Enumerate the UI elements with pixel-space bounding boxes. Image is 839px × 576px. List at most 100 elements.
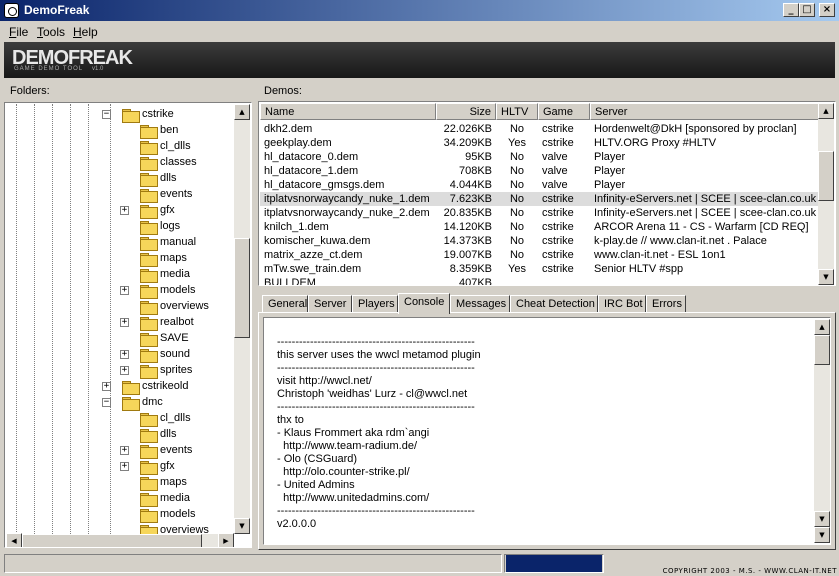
folder-tree-item[interactable]: media: [6, 267, 234, 283]
scroll-up-arrow-icon[interactable]: ▲: [818, 103, 834, 119]
folder-tree-item[interactable]: + sprites: [6, 363, 234, 379]
menu-help-accel: H: [73, 25, 82, 39]
folder-tree-item[interactable]: manual: [6, 235, 234, 251]
expand-icon[interactable]: +: [120, 286, 129, 295]
column-header-size[interactable]: Size: [436, 103, 496, 120]
tab-irc-bot[interactable]: IRC Bot: [598, 295, 646, 313]
status-bar: COPYRIGHT 2003 - M.S. - WWW.CLAN-IT.NET: [0, 552, 839, 576]
column-header-game[interactable]: Game: [538, 103, 590, 120]
scroll-thumb[interactable]: [234, 238, 250, 338]
folder-tree-item[interactable]: media: [6, 491, 234, 507]
scroll-thumb[interactable]: [818, 151, 834, 201]
demo-row[interactable]: mTw.swe_train.dem 8.359KB Yes cstrike Senior…: [260, 262, 820, 276]
scroll-thumb[interactable]: [22, 534, 202, 547]
demo-row[interactable]: BULLDEM 407KB: [260, 276, 820, 285]
folder-tree-item[interactable]: cl_dlls: [6, 139, 234, 155]
folder-tree-item[interactable]: + gfx: [6, 459, 234, 475]
folder-tree-hscroll[interactable]: ◀ ▶: [6, 533, 234, 547]
folder-tree-item[interactable]: dlls: [6, 171, 234, 187]
tab-console[interactable]: Console: [398, 293, 450, 314]
scroll-down-arrow-icon[interactable]: ▼: [814, 527, 830, 543]
demo-row[interactable]: knilch_1.dem 14.120KB No cstrike ARCOR Arena…: [260, 220, 820, 234]
tab-players[interactable]: Players: [352, 295, 398, 313]
scroll-down-arrow-icon[interactable]: ▼: [814, 511, 830, 527]
tab-server[interactable]: Server: [308, 295, 352, 313]
column-header-hltv[interactable]: HLTV: [496, 103, 538, 120]
scroll-down-arrow-icon[interactable]: ▼: [234, 518, 250, 534]
tab-errors[interactable]: Errors: [646, 295, 686, 313]
demo-cell-server: HLTV.ORG Proxy #HLTV: [594, 137, 717, 149]
folder-tree-item[interactable]: events: [6, 187, 234, 203]
demo-row[interactable]: itplatvsnorwaycandy_nuke_2.dem 20.835KB No…: [260, 206, 820, 220]
scroll-up-arrow-icon[interactable]: ▲: [814, 319, 830, 335]
panel-splitter[interactable]: [253, 80, 257, 550]
demo-row[interactable]: itplatvsnorwaycandy_nuke_1.dem 7.623KB No c…: [260, 192, 820, 206]
column-header-server[interactable]: Server: [590, 103, 820, 120]
folder-tree-item[interactable]: maps: [6, 475, 234, 491]
folder-icon: [140, 253, 158, 267]
expand-icon[interactable]: +: [120, 462, 129, 471]
collapse-icon[interactable]: −: [102, 110, 111, 119]
folder-tree[interactable]: − cstrike ben cl_dlls classes dlls events + gfx l…: [4, 102, 252, 548]
folder-tree-item[interactable]: + gfx: [6, 203, 234, 219]
menu-tools[interactable]: Tools: [37, 25, 65, 39]
folder-tree-item[interactable]: cl_dlls: [6, 411, 234, 427]
folder-tree-item[interactable]: + cstrikeold: [6, 379, 234, 395]
tab-messages[interactable]: Messages: [450, 295, 510, 313]
expand-icon[interactable]: +: [120, 350, 129, 359]
scroll-left-arrow-icon[interactable]: ◀: [6, 533, 22, 547]
folder-tree-item[interactable]: − dmc: [6, 395, 234, 411]
folder-tree-item[interactable]: maps: [6, 251, 234, 267]
menu-file[interactable]: File: [9, 25, 28, 39]
demo-row[interactable]: hl_datacore_1.dem 708KB No valve Player: [260, 164, 820, 178]
folder-label: maps: [160, 252, 187, 264]
folder-tree-item[interactable]: ben: [6, 123, 234, 139]
app-icon[interactable]: [4, 3, 19, 18]
folder-tree-item[interactable]: + sound: [6, 347, 234, 363]
folder-tree-item[interactable]: classes: [6, 155, 234, 171]
demo-row[interactable]: geekplay.dem 34.209KB Yes cstrike HLTV.ORG P…: [260, 136, 820, 150]
collapse-icon[interactable]: −: [102, 398, 111, 407]
minimize-button[interactable]: _: [783, 3, 799, 17]
scroll-down-arrow-icon[interactable]: ▼: [818, 269, 834, 285]
folder-tree-item[interactable]: + events: [6, 443, 234, 459]
folder-tree-item[interactable]: + realbot: [6, 315, 234, 331]
title-bar[interactable]: DemoFreak _ □ ×: [0, 0, 839, 21]
demo-row[interactable]: matrix_azze_ct.dem 19.007KB No cstrike www.c…: [260, 248, 820, 262]
console-vscroll[interactable]: ▲ ▼ ▼: [814, 319, 830, 543]
column-header-name[interactable]: Name: [260, 103, 436, 120]
expand-icon[interactable]: +: [120, 366, 129, 375]
demo-row[interactable]: dkh2.dem 22.026KB No cstrike Hordenwelt@DkH …: [260, 122, 820, 136]
scroll-right-arrow-icon[interactable]: ▶: [218, 533, 234, 547]
folder-label: gfx: [160, 204, 175, 216]
demos-list-vscroll[interactable]: ▲ ▼: [818, 103, 834, 285]
menu-help[interactable]: Help: [73, 25, 98, 39]
expand-icon[interactable]: +: [120, 318, 129, 327]
folder-tree-item[interactable]: + models: [6, 283, 234, 299]
expand-icon[interactable]: +: [120, 446, 129, 455]
demo-cell-game: cstrike: [542, 221, 574, 233]
expand-icon[interactable]: +: [102, 382, 111, 391]
tab-cheat-detection[interactable]: Cheat Detection: [510, 295, 598, 313]
demos-list-body[interactable]: dkh2.dem 22.026KB No cstrike Hordenwelt@DkH …: [260, 120, 820, 285]
folder-tree-item[interactable]: overviews: [6, 523, 234, 534]
tab-general[interactable]: General: [262, 295, 308, 313]
demo-row[interactable]: komischer_kuwa.dem 14.373KB No cstrike k-pla…: [260, 234, 820, 248]
folder-tree-item[interactable]: overviews: [6, 299, 234, 315]
folder-tree-item[interactable]: SAVE: [6, 331, 234, 347]
demo-row[interactable]: hl_datacore_gmsgs.dem 4.044KB No valve Playe…: [260, 178, 820, 192]
console-output[interactable]: ----------------------------------------…: [263, 317, 831, 545]
folder-tree-vscroll[interactable]: ▲ ▼: [234, 104, 250, 534]
folder-tree-item[interactable]: dlls: [6, 427, 234, 443]
close-button[interactable]: ×: [819, 3, 835, 17]
expand-icon[interactable]: +: [120, 206, 129, 215]
demo-row[interactable]: hl_datacore_0.dem 95KB No valve Player: [260, 150, 820, 164]
maximize-button[interactable]: □: [799, 3, 815, 17]
scroll-thumb[interactable]: [814, 335, 830, 365]
demos-list[interactable]: Name Size HLTV Game Server dkh2.dem 22.02…: [258, 101, 836, 286]
folder-tree-item[interactable]: logs: [6, 219, 234, 235]
scroll-up-arrow-icon[interactable]: ▲: [234, 104, 250, 120]
folder-tree-item[interactable]: − cstrike: [6, 107, 234, 123]
folder-tree-content[interactable]: − cstrike ben cl_dlls classes dlls events + gfx l…: [6, 104, 234, 534]
folder-tree-item[interactable]: models: [6, 507, 234, 523]
